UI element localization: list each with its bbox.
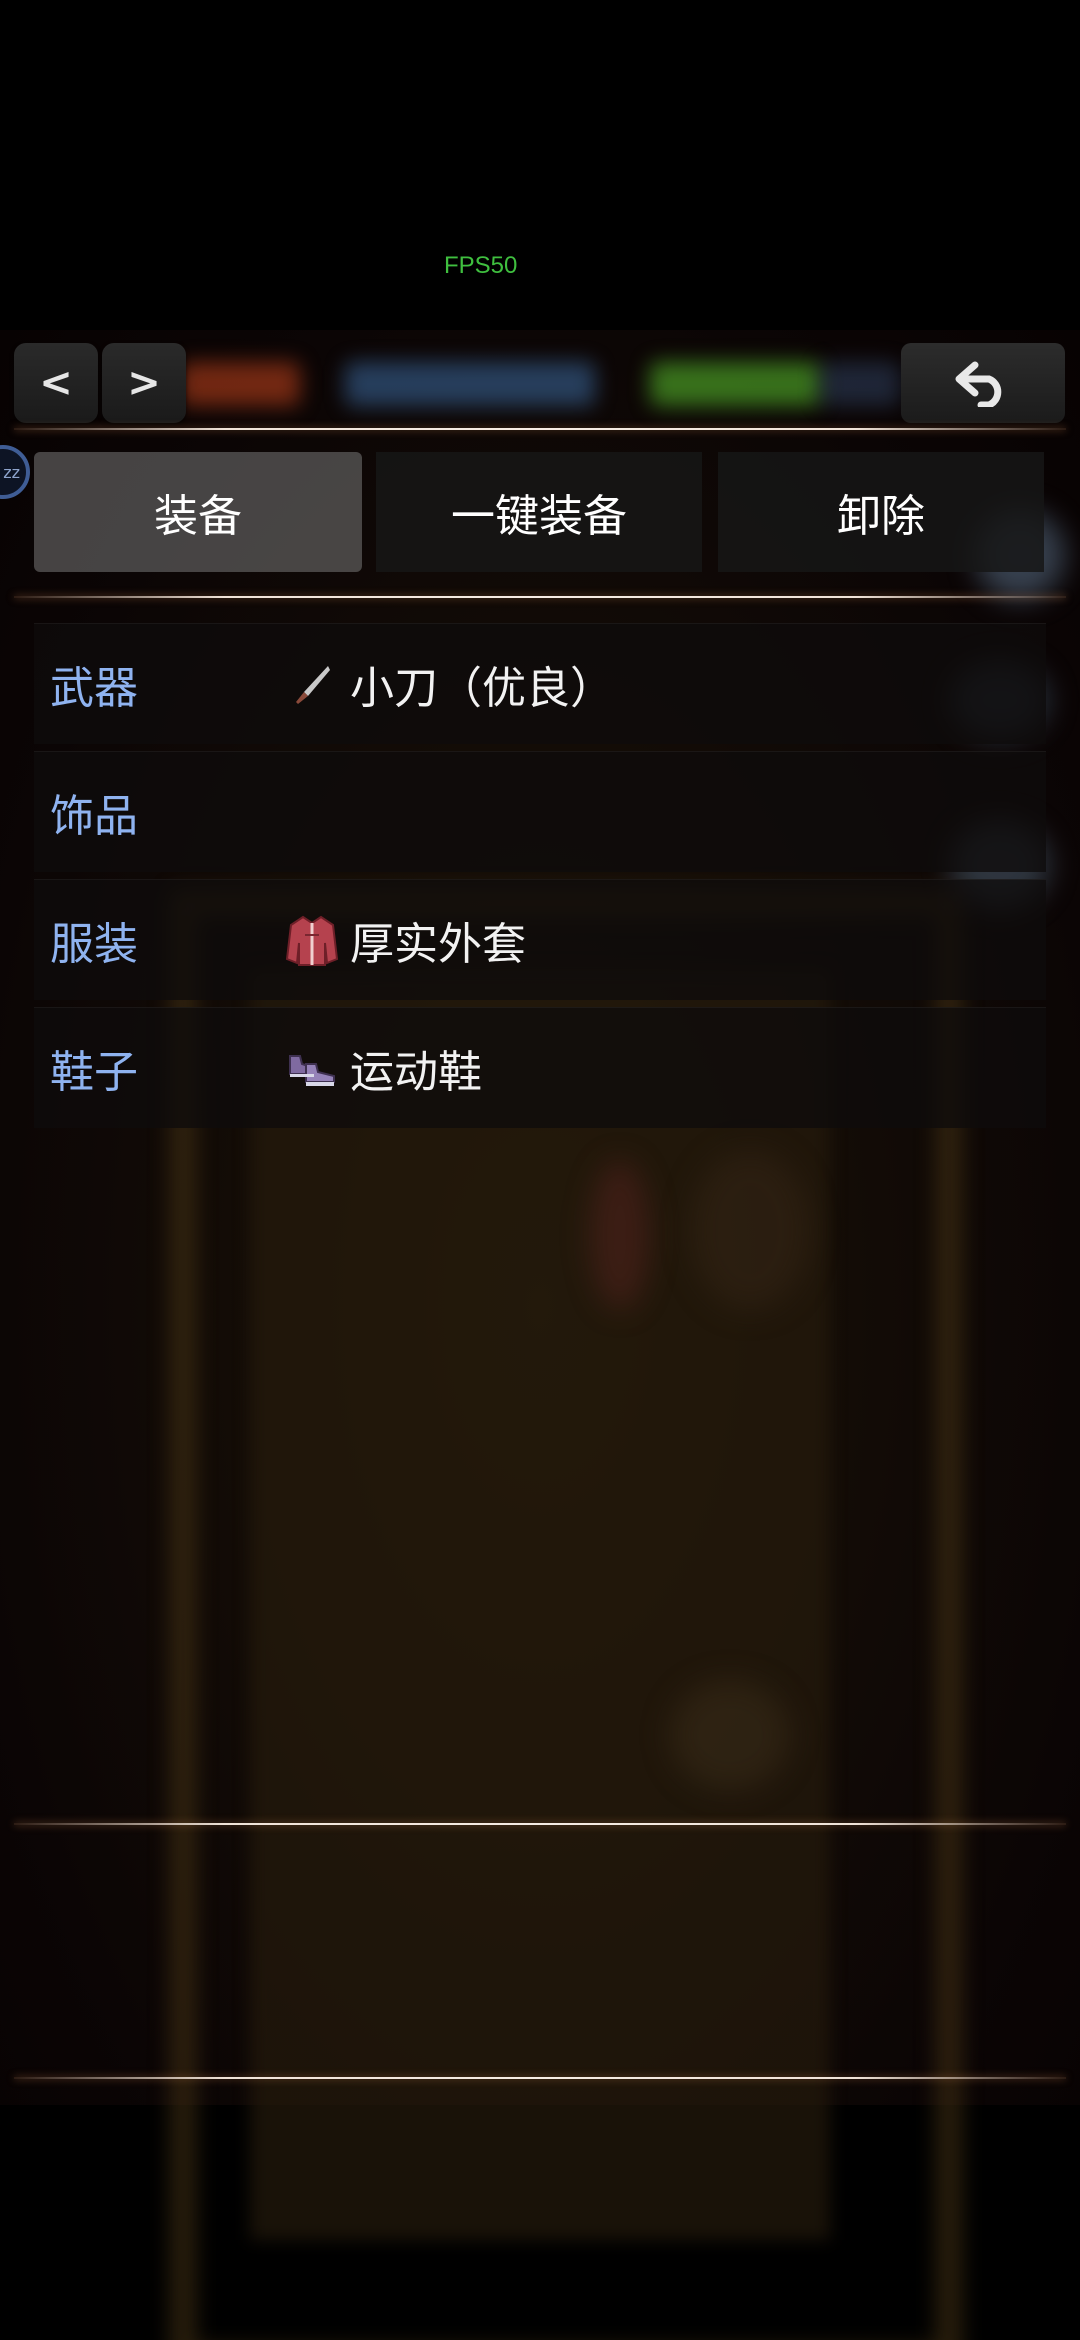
hud-stat-blur <box>345 362 595 406</box>
tabs-divider <box>14 596 1066 598</box>
jacket-icon <box>284 912 340 968</box>
slot-label: 鞋子 <box>50 1047 138 1098</box>
tab-label: 一键装备 <box>451 491 627 542</box>
content-divider <box>14 1823 1066 1825</box>
game-screen: FPS50 < > zz 装备 一键装备 卸除 武器 小刀（优良） 饰品 服装 … <box>0 0 1080 2340</box>
slot-item-name: 运动鞋 <box>350 1047 482 1098</box>
slot-weapon[interactable]: 武器 小刀（优良） <box>34 623 1046 744</box>
header-divider <box>14 428 1066 430</box>
back-button[interactable] <box>901 343 1065 423</box>
slot-label: 武器 <box>50 663 138 714</box>
prev-button[interactable]: < <box>14 343 98 423</box>
background-blur-blob <box>670 1680 790 1790</box>
fps-counter: FPS50 <box>444 252 518 279</box>
prev-label: < <box>39 360 73 406</box>
slot-label: 饰品 <box>50 791 138 842</box>
background-blur-blob <box>690 1150 810 1310</box>
avatar-text: zz <box>3 462 20 482</box>
knife-icon <box>284 656 340 712</box>
tab-equip[interactable]: 装备 <box>34 452 362 572</box>
hud-health-blur <box>180 362 300 406</box>
tab-auto-equip[interactable]: 一键装备 <box>376 452 702 572</box>
slot-shoes[interactable]: 鞋子 运动鞋 <box>34 1007 1046 1128</box>
slot-clothing[interactable]: 服装 厚实外套 <box>34 879 1046 1000</box>
sneakers-icon <box>284 1040 340 1096</box>
footer-divider <box>14 2077 1066 2079</box>
slot-accessory[interactable]: 饰品 <box>34 751 1046 872</box>
tab-label: 装备 <box>154 491 242 542</box>
undo-arrow-icon <box>955 361 1002 407</box>
hud-stamina-blur <box>820 362 900 406</box>
slot-label: 服装 <box>50 919 138 970</box>
slot-item-name: 小刀（优良） <box>350 663 614 714</box>
slot-item-name: 厚实外套 <box>350 919 526 970</box>
next-label: > <box>127 360 161 406</box>
tab-label: 卸除 <box>837 491 925 542</box>
background-blur-blob <box>590 1160 650 1310</box>
hud-stamina-blur <box>650 362 820 406</box>
next-button[interactable]: > <box>102 343 186 423</box>
tab-unequip[interactable]: 卸除 <box>718 452 1044 572</box>
